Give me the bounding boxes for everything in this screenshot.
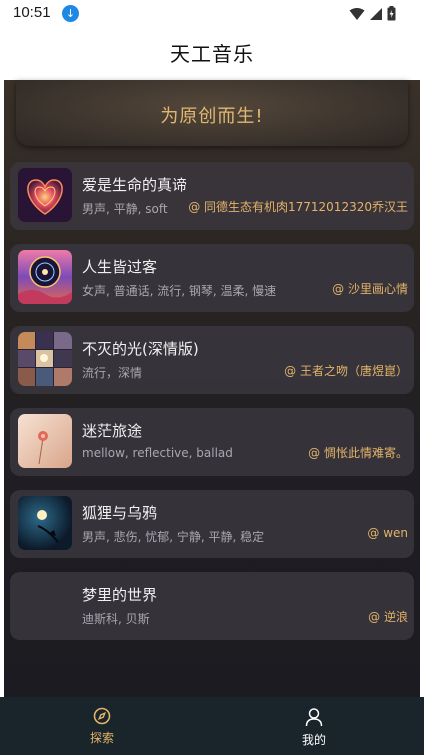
nav-mine[interactable]: 我的 [254, 697, 374, 755]
app-header: 天工音乐 [0, 28, 424, 80]
song-cover-flower [18, 414, 72, 468]
song-tags: 流行，深情 [82, 366, 143, 380]
promo-banner[interactable]: 为原创而生! [16, 80, 408, 146]
bottom-nav: 探索 我的 [0, 697, 424, 755]
song-cover-moon [18, 496, 72, 550]
song-card[interactable]: 迷茫旅途 mellow, reflective, ballad @ 惆怅此情难寄… [10, 408, 414, 476]
song-artist[interactable]: @ wen [367, 526, 408, 540]
download-icon: ↓ [62, 5, 79, 22]
nav-explore-label: 探索 [89, 731, 114, 745]
song-card[interactable]: 不灭的光(深情版) 流行，深情 @ 王者之吻（唐煜崑） [10, 326, 414, 394]
song-artist[interactable]: @ 同德生态有机肉17712012320乔汉王 [188, 198, 408, 215]
song-tags: mellow, reflective, ballad [82, 446, 233, 460]
song-tags: 女声, 普通话, 流行, 钢琴, 温柔, 慢速 [82, 284, 277, 298]
song-card[interactable]: 爱是生命的真谛 男声, 平静, soft @ 同德生态有机肉1771201232… [10, 162, 414, 230]
song-tags: 男声, 悲伤, 忧郁, 宁静, 平静, 稳定 [82, 530, 265, 544]
song-title: 不灭的光(深情版) [82, 340, 199, 358]
status-bar: 10:51 ↓ [0, 0, 424, 28]
wifi-icon [349, 7, 365, 20]
user-icon [305, 708, 323, 727]
status-time: 10:51 [13, 4, 51, 21]
song-title: 梦里的世界 [82, 586, 158, 604]
nav-explore[interactable]: 探索 [42, 697, 162, 755]
song-tags: 男声, 平静, soft [82, 202, 168, 216]
song-artist[interactable]: @ 惆怅此情难寄。 [308, 444, 408, 461]
signal-icon [370, 7, 382, 20]
nav-mine-label: 我的 [301, 733, 326, 747]
song-title: 狐狸与乌鸦 [82, 504, 158, 522]
song-card[interactable]: 狐狸与乌鸦 男声, 悲伤, 忧郁, 宁静, 平静, 稳定 @ wen [10, 490, 414, 558]
song-card[interactable]: 梦里的世界 迪斯科, 贝斯 @ 逆浪 [10, 572, 414, 640]
banner-text: 为原创而生! [160, 106, 264, 127]
song-feed[interactable]: 为原创而生! 爱是生命的真谛 男声, 平静, soft @ 同德生态有机肉177… [4, 80, 420, 697]
song-card[interactable]: 人生皆过客 女声, 普通话, 流行, 钢琴, 温柔, 慢速 @ 沙里画心情 [10, 244, 414, 312]
song-tags: 迪斯科, 贝斯 [82, 612, 150, 626]
song-artist[interactable]: @ 王者之吻（唐煜崑） [284, 362, 408, 379]
song-artist[interactable]: @ 逆浪 [368, 608, 408, 625]
song-title: 人生皆过客 [82, 258, 158, 276]
battery-icon [387, 6, 396, 21]
song-cover-heart [18, 168, 72, 222]
song-cover-grid [18, 332, 72, 386]
song-title: 迷茫旅途 [82, 422, 143, 440]
app-title: 天工音乐 [170, 42, 254, 66]
song-cover-cosmic [18, 250, 72, 304]
compass-icon [93, 707, 111, 725]
song-title: 爱是生命的真谛 [82, 176, 188, 194]
status-icons [349, 6, 396, 21]
song-artist[interactable]: @ 沙里画心情 [332, 280, 408, 297]
